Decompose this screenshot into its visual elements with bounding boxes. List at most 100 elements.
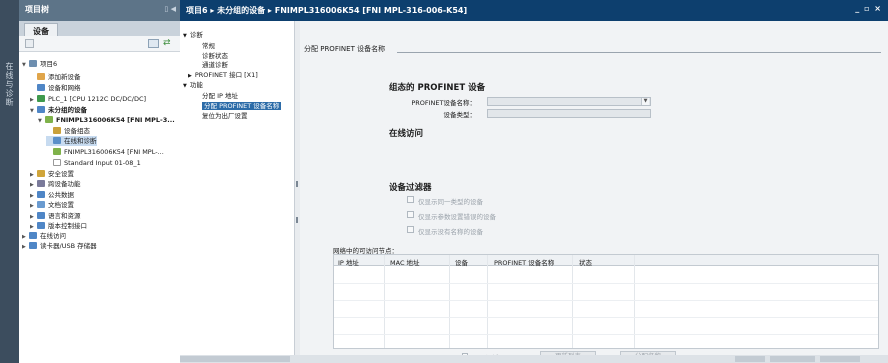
tree-item[interactable]: ▶ 文档设置	[30, 200, 74, 210]
tree-item[interactable]: ▶ 跨设备功能	[30, 179, 81, 189]
tree-item-label: 文档设置	[48, 201, 74, 209]
tree-item-label: 语言和资源	[48, 212, 81, 220]
collapsed-icon[interactable]: ▶	[188, 73, 192, 79]
expanded-icon[interactable]: ▼	[30, 106, 37, 116]
window-controls[interactable]: _ ▫ ×	[855, 4, 882, 13]
nav-item-label: 功能	[189, 81, 203, 89]
nav-item-label: 常规	[202, 42, 215, 50]
grid-line	[334, 334, 878, 335]
nav-item[interactable]: 诊断状态	[202, 52, 228, 61]
nav-item[interactable]: 分配 PROFINET 设备名称	[202, 102, 282, 111]
tree-home-icon[interactable]	[25, 39, 34, 48]
tree-item-label: 在线访问	[40, 232, 66, 240]
nav-item[interactable]: ▶ PROFINET 接口 [X1]	[188, 71, 258, 80]
tree-item[interactable]: ▶ PLC_1 [CPU 1212C DC/DC/DC]	[30, 94, 146, 104]
chevron-down-icon[interactable]: ▼	[641, 98, 649, 105]
status-segment	[180, 356, 290, 362]
grid-line	[334, 283, 878, 284]
expanded-icon[interactable]: ▼	[183, 33, 187, 39]
nav-item-label: PROFINET 接口 [X1]	[194, 71, 258, 79]
collapsed-icon[interactable]: ▶	[22, 242, 29, 252]
nav-item[interactable]: 常规	[202, 42, 215, 51]
tree-item[interactable]: ▶ 语言和资源	[30, 211, 81, 221]
tree-view-icon[interactable]	[148, 39, 159, 48]
tree-item-icon	[53, 159, 61, 166]
status-strip	[180, 355, 888, 363]
tree-item-label: 项目6	[40, 60, 58, 68]
splitter-grip[interactable]	[296, 181, 298, 187]
nav-item-label: 诊断状态	[202, 52, 228, 60]
project-tree-title-bar: 项目树 ▯ ◀	[19, 0, 180, 21]
tree-item[interactable]: ▼ 项目6	[22, 59, 57, 69]
project-tree: ▼ 项目6 添加新设备设备和网络 ▶ PLC_1 [CPU 1212C DC/DC/DC…	[19, 52, 180, 363]
portal-side-strip[interactable]: 在线与诊断	[0, 0, 19, 363]
tree-item-icon	[37, 106, 45, 113]
tree-item[interactable]: 添加新设备	[30, 72, 81, 82]
splitter-grip[interactable]	[296, 217, 298, 223]
nav-item[interactable]: 分配 IP 地址	[202, 92, 238, 101]
tree-item[interactable]: 设备组态	[46, 126, 90, 136]
tree-item-label: 设备组态	[64, 127, 90, 135]
tree-item-label: 设备和网络	[48, 84, 81, 92]
nav-item-label: 分配 PROFINET 设备名称	[202, 102, 282, 110]
collapsed-icon[interactable]: ▶	[30, 201, 37, 211]
nav-item-label: 分配 IP 地址	[202, 92, 238, 100]
column-ip[interactable]: IP 地址	[338, 257, 359, 267]
column-mac[interactable]: MAC 地址	[390, 257, 420, 267]
tree-item[interactable]: ▶ 安全设置	[30, 169, 74, 179]
add-icon[interactable]: ⇄	[163, 38, 171, 48]
diagnostics-nav: ▼ 诊断 常规 诊断状态 通道诊断 ▶ PROFINET 接口 [X1] ▼ 功能 分配 IP 地…	[180, 21, 295, 363]
tree-item[interactable]: ▶ 公共数据	[30, 190, 74, 200]
collapse-tree-icon[interactable]: ▯ ◀	[164, 5, 176, 13]
nav-item-label: 通道诊断	[202, 61, 228, 69]
tree-item-label: Standard Input 01-08_1	[64, 159, 141, 167]
section-device-filter: 设备过滤器	[389, 183, 432, 193]
project-tree-title: 项目树	[25, 5, 49, 14]
tree-item-icon	[29, 242, 37, 249]
tree-item-label: 公共数据	[48, 191, 74, 199]
tree-item[interactable]: ▶ 版本控制接口	[30, 221, 87, 231]
filter-label: 仅显示参数设置错误的设备	[418, 213, 496, 221]
tree-item[interactable]: 设备和网络	[30, 83, 81, 93]
collapsed-icon[interactable]: ▶	[30, 180, 37, 190]
tree-item[interactable]: ▼ FNIMPL316006K54 [FNI MPL-3...	[38, 115, 175, 125]
filter-checkbox[interactable]	[407, 211, 414, 218]
nav-item[interactable]: ▼ 诊断	[183, 31, 203, 40]
tree-item[interactable]: ▶ 读卡器/USB 存储器	[22, 241, 97, 251]
nav-item[interactable]: 复位为出厂设置	[202, 112, 248, 121]
column-status[interactable]: 状态	[579, 257, 592, 267]
column-profinet-name[interactable]: PROFINET 设备名称	[494, 257, 554, 267]
tree-item-label: 未分组的设备	[48, 106, 87, 114]
tree-item-icon	[29, 60, 37, 67]
column-device[interactable]: 设备	[455, 257, 468, 267]
editor-header: 项目6 ▸ 未分组的设备 ▸ FNIMPL316006K54 [FNI MPL-…	[180, 0, 888, 21]
side-strip-label: 在线与诊断	[5, 62, 14, 107]
filter-checkbox[interactable]	[407, 196, 414, 203]
tree-item-icon	[37, 95, 45, 102]
panel-title: 分配 PROFINET 设备名称	[304, 45, 386, 53]
tree-item[interactable]: FNIMPL316006K54 [FNI MPL-...	[46, 147, 164, 157]
tree-item-label: 添加新设备	[48, 73, 81, 81]
table-header: IP 地址 MAC 地址 设备 PROFINET 设备名称 状态	[334, 255, 878, 267]
expanded-icon[interactable]: ▼	[183, 83, 187, 89]
device-name-label: PROFINET设备名称：	[411, 99, 476, 107]
filter-checkbox[interactable]	[407, 226, 414, 233]
grid-line	[334, 317, 878, 318]
tree-item-icon	[45, 116, 53, 123]
nav-item[interactable]: 通道诊断	[202, 61, 228, 70]
tree-item-label: 安全设置	[48, 170, 74, 178]
tree-item-label: 跨设备功能	[48, 180, 81, 188]
collapsed-icon[interactable]: ▶	[30, 95, 37, 105]
device-name-dropdown[interactable]: ▼	[487, 97, 651, 106]
tree-item[interactable]: ▶ 在线访问	[22, 231, 66, 241]
tree-tab-bar: 设备	[19, 21, 180, 39]
status-segment	[820, 356, 860, 362]
expanded-icon[interactable]: ▼	[38, 116, 45, 126]
tree-item[interactable]: ▼ 未分组的设备	[30, 105, 87, 115]
breadcrumb: 项目6 ▸ 未分组的设备 ▸ FNIMPL316006K54 [FNI MPL-…	[186, 6, 468, 15]
tree-item[interactable]: Standard Input 01-08_1	[46, 158, 141, 168]
tree-item[interactable]: 在线和诊断	[46, 136, 97, 146]
tree-item-icon	[53, 127, 61, 134]
expanded-icon[interactable]: ▼	[22, 60, 29, 70]
nav-item[interactable]: ▼ 功能	[183, 81, 203, 90]
